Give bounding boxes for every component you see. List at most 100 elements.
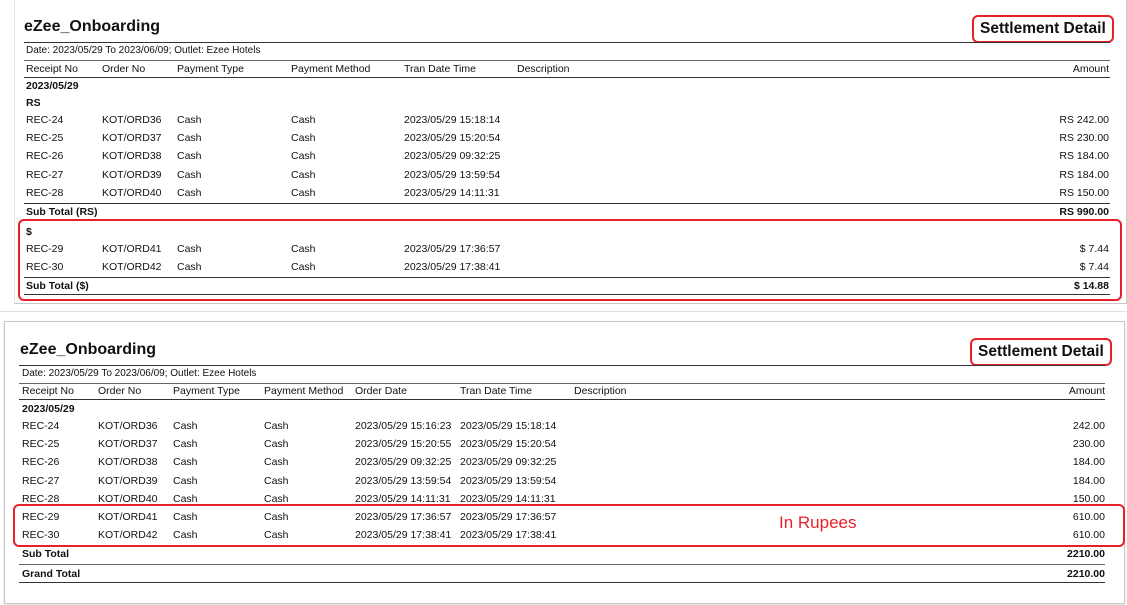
cell-amount: 184.00 <box>1072 456 1105 469</box>
cell-payment-type: Cash <box>177 132 202 145</box>
currency-group-label: RS <box>26 97 41 109</box>
grandtotal-amount: 2210.00 <box>1067 568 1105 580</box>
col-payment-method: Payment Method <box>291 63 371 75</box>
section-rule <box>19 564 1105 565</box>
cell-payment-type: Cash <box>173 456 198 469</box>
subtitle-rule <box>19 383 1105 384</box>
cell-receipt-no: REC-25 <box>22 438 60 451</box>
cell-receipt-no: REC-27 <box>22 474 60 487</box>
cell-payment-type: Cash <box>173 420 198 432</box>
cell-receipt-no: REC-28 <box>22 492 60 505</box>
cell-payment-method: Cash <box>264 474 289 487</box>
subtotal-label: Sub Total <box>22 548 70 560</box>
col-order-date: Order Date <box>355 385 407 397</box>
cell-tran-date-time: 2023/05/29 15:18:14 <box>404 114 501 126</box>
col-description: Description <box>574 385 627 397</box>
col-order-no: Order No <box>98 385 142 397</box>
col-receipt-no: Receipt No <box>22 385 74 397</box>
cell-order-no: KOT/ORD37 <box>102 132 162 145</box>
date-group-label: 2023/05/29 <box>22 403 75 415</box>
in-rupees-annotation: In Rupees <box>779 513 857 532</box>
cell-receipt-no: REC-26 <box>26 150 64 163</box>
cell-tran-date-time: 2023/05/29 09:32:25 <box>404 150 501 163</box>
report-panel-2: eZee_Onboarding Settlement Detail Date: … <box>4 321 1125 604</box>
cell-order-date: 2023/05/29 13:59:54 <box>355 474 452 487</box>
cell-order-date: 2023/05/29 15:20:55 <box>355 438 452 451</box>
col-tran-date-time: Tran Date Time <box>460 385 532 397</box>
header-rule <box>19 399 1105 400</box>
cell-payment-method: Cash <box>291 186 316 199</box>
highlight-box <box>13 504 1125 547</box>
cell-payment-method: Cash <box>264 456 289 469</box>
cell-order-no: KOT/ORD40 <box>102 186 162 199</box>
cell-amount: 150.00 <box>1072 492 1105 505</box>
cell-amount: RS 184.00 <box>1059 168 1109 181</box>
cell-order-no: KOT/ORD38 <box>98 456 158 469</box>
cell-payment-type: Cash <box>173 492 198 505</box>
cell-tran-date-time: 2023/05/29 15:20:54 <box>404 132 501 145</box>
company-title: eZee_Onboarding <box>24 18 161 35</box>
bottom-rule <box>19 582 1105 583</box>
cell-order-no: KOT/ORD40 <box>98 492 158 505</box>
cell-order-no: KOT/ORD39 <box>102 168 162 181</box>
col-tran-date-time: Tran Date Time <box>404 63 476 75</box>
cell-amount: 230.00 <box>1072 438 1105 451</box>
cell-payment-method: Cash <box>291 150 316 163</box>
title-rule <box>24 42 1110 43</box>
settlement-detail-badge: Settlement Detail <box>972 15 1114 43</box>
cell-amount: RS 184.00 <box>1059 150 1109 163</box>
subtotal-amount: RS 990.00 <box>1059 206 1109 218</box>
cell-receipt-no: REC-25 <box>26 132 64 145</box>
col-payment-type: Payment Type <box>173 385 240 397</box>
cell-order-date: 2023/05/29 09:32:25 <box>355 456 452 469</box>
cell-tran-date-time: 2023/05/29 13:59:54 <box>460 474 557 487</box>
cell-order-no: KOT/ORD36 <box>102 114 162 126</box>
report-subtitle: Date: 2023/05/29 To 2023/06/09; Outlet: … <box>22 368 257 379</box>
cell-payment-method: Cash <box>291 168 316 181</box>
cell-order-no: KOT/ORD37 <box>98 438 158 451</box>
highlight-box <box>18 219 1122 301</box>
cell-tran-date-time: 2023/05/29 14:11:31 <box>460 492 556 505</box>
cell-payment-method: Cash <box>264 438 289 451</box>
cell-order-no: KOT/ORD38 <box>102 150 162 163</box>
cell-amount: 184.00 <box>1072 474 1105 487</box>
cell-payment-method: Cash <box>264 492 289 505</box>
cell-tran-date-time: 2023/05/29 13:59:54 <box>404 168 501 181</box>
cell-receipt-no: REC-24 <box>26 114 64 126</box>
cell-payment-type: Cash <box>173 438 198 451</box>
subtotal-rule <box>24 203 1110 204</box>
company-title: eZee_Onboarding <box>20 341 157 358</box>
cell-payment-type: Cash <box>177 114 202 126</box>
col-amount: Amount <box>1072 63 1109 75</box>
settlement-detail-badge: Settlement Detail <box>970 338 1112 366</box>
cell-amount: RS 150.00 <box>1059 186 1109 199</box>
cell-amount: RS 242.00 <box>1059 114 1109 126</box>
cell-tran-date-time: 2023/05/29 09:32:25 <box>460 456 557 469</box>
cell-order-date: 2023/05/29 14:11:31 <box>355 492 451 505</box>
header-rule <box>24 77 1110 78</box>
col-amount: Amount <box>1068 385 1105 397</box>
subtitle-rule <box>24 60 1110 61</box>
cell-order-no: KOT/ORD39 <box>98 474 158 487</box>
cell-payment-type: Cash <box>177 150 202 163</box>
cell-payment-method: Cash <box>291 132 316 145</box>
cell-amount: RS 230.00 <box>1059 132 1109 145</box>
cell-payment-method: Cash <box>291 114 316 126</box>
col-payment-type: Payment Type <box>177 63 244 75</box>
cell-payment-type: Cash <box>173 474 198 487</box>
report-subtitle: Date: 2023/05/29 To 2023/06/09; Outlet: … <box>26 45 261 56</box>
report-panel-1: eZee_Onboarding Settlement Detail Date: … <box>14 0 1127 304</box>
cell-tran-date-time: 2023/05/29 15:18:14 <box>460 420 557 432</box>
panel-separator <box>0 311 1127 312</box>
cell-payment-type: Cash <box>177 168 202 181</box>
grandtotal-label: Grand Total <box>22 568 81 580</box>
date-group-label: 2023/05/29 <box>26 80 79 92</box>
cell-amount: 242.00 <box>1072 420 1105 432</box>
col-order-no: Order No <box>102 63 146 75</box>
col-description: Description <box>517 63 570 75</box>
subtotal-label: Sub Total (RS) <box>26 206 98 218</box>
cell-payment-type: Cash <box>177 186 202 199</box>
cell-receipt-no: REC-24 <box>22 420 60 432</box>
cell-tran-date-time: 2023/05/29 15:20:54 <box>460 438 557 451</box>
cell-receipt-no: REC-28 <box>26 186 64 199</box>
